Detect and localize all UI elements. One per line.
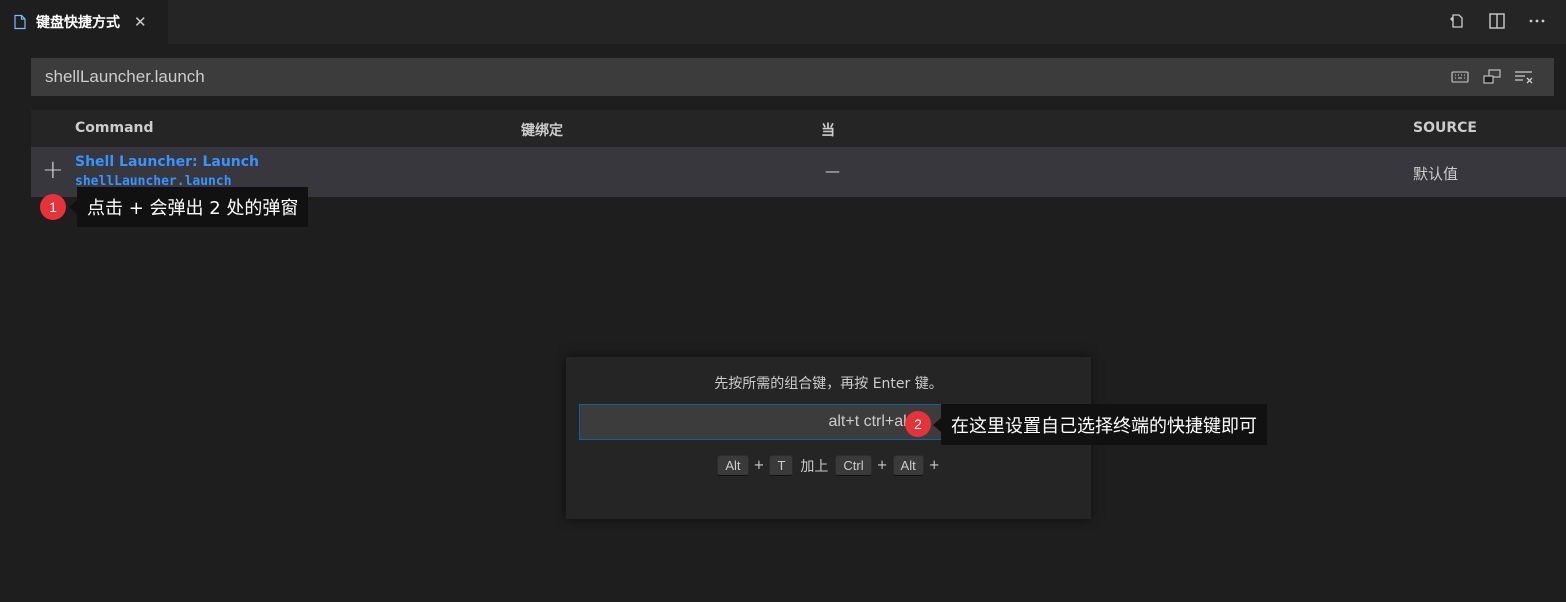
keybindings-search [31,58,1554,96]
header-keybinding[interactable]: 键绑定 [521,120,563,140]
close-icon[interactable]: ✕ [134,13,147,31]
when-value: — [825,162,840,180]
key-label: Alt [892,455,924,476]
annotation-badge-1: 1 [40,194,66,220]
annotation-note-2: 在这里设置自己选择终端的快捷键即可 [933,404,1267,445]
key-label: T [769,455,794,476]
key-separator: + [876,458,888,473]
editor-actions [1446,10,1548,32]
annotation-badge-2: 2 [905,411,931,437]
split-editor-icon[interactable] [1486,10,1508,32]
open-json-icon[interactable] [1446,10,1468,32]
search-tools [1450,68,1554,86]
source-value: 默认值 [1413,165,1459,183]
annotation-note-1: 点击 + 会弹出 2 处的弹窗 [68,187,309,227]
search-input[interactable] [31,58,1450,96]
file-icon [12,14,28,30]
command-title: Shell Launcher: Launch [75,154,260,170]
header-command[interactable]: Command [75,120,154,136]
header-when[interactable]: 当 [821,120,835,140]
tab-title: 键盘快捷方式 [36,15,120,31]
add-keybinding-button[interactable]: + [42,157,64,183]
chord-connector: 加上 [800,458,829,475]
key-label: Alt [717,455,749,476]
key-label: Ctrl [835,455,872,476]
more-actions-icon[interactable] [1526,10,1548,32]
key-separator: + [753,458,765,473]
table-header: Command 键绑定 当 SOURCE [31,110,1566,147]
header-source[interactable]: SOURCE [1413,120,1477,136]
sort-by-precedence-icon[interactable] [1482,68,1502,86]
tab-keyboard-shortcuts[interactable]: 键盘快捷方式 ✕ [0,0,168,44]
chord-preview: Alt + T 加上 Ctrl + Alt + [566,455,1091,476]
record-keys-icon[interactable] [1450,68,1470,86]
clear-search-icon[interactable] [1514,68,1534,86]
command-id: shellLauncher.launch [75,174,232,188]
tab-bar: 键盘快捷方式 ✕ [0,0,1566,44]
dialog-message: 先按所需的组合键，再按 Enter 键。 [714,376,943,392]
key-separator: + [928,458,940,473]
